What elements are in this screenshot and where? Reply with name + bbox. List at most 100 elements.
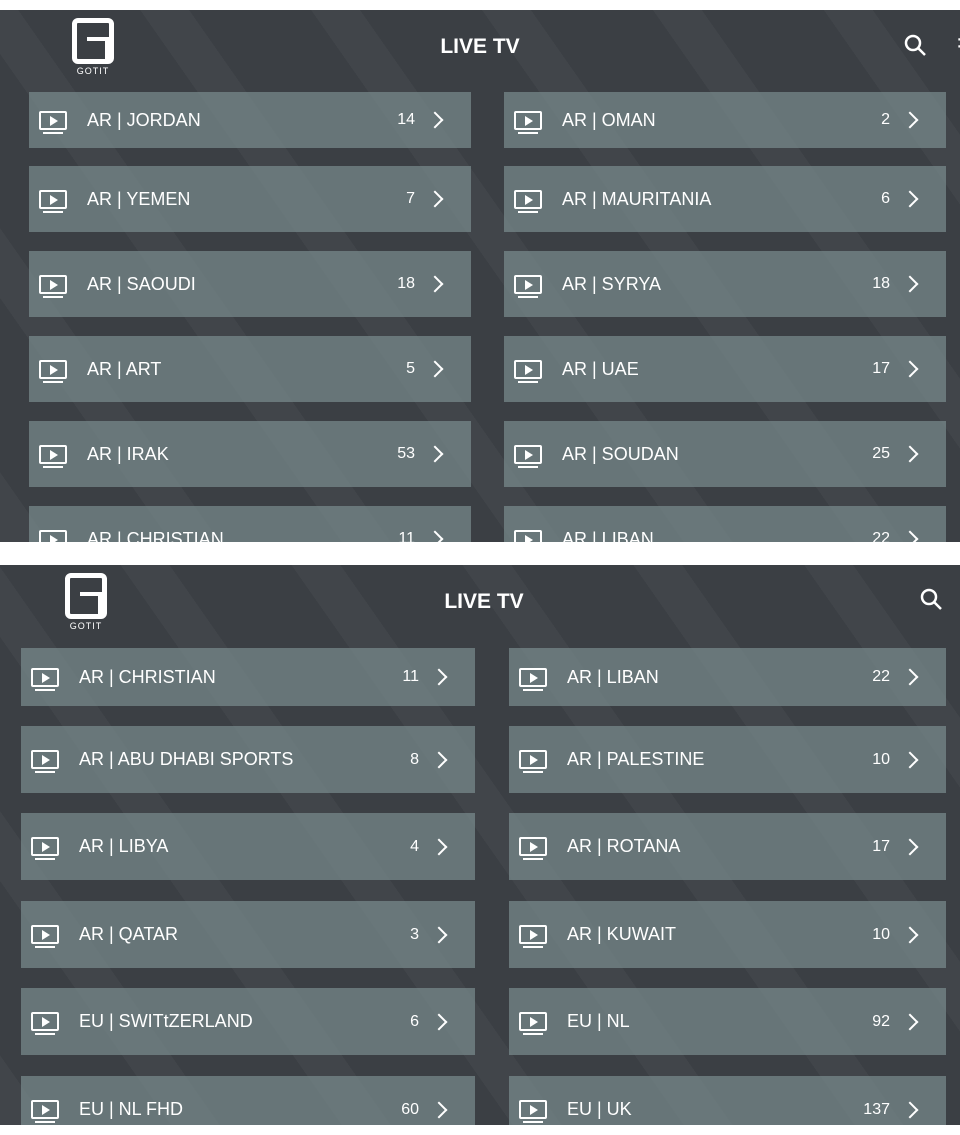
category-row[interactable]: AR | UAE 17	[504, 336, 946, 402]
tv-play-icon	[39, 359, 67, 383]
category-row[interactable]: AR | QATAR 3	[21, 901, 475, 968]
category-row[interactable]: EU | UK 137	[509, 1076, 946, 1125]
category-row[interactable]: AR | SAOUDI 18	[29, 251, 471, 317]
category-row[interactable]: AR | KUWAIT 10	[509, 901, 946, 968]
chevron-right-icon	[901, 190, 919, 208]
chevron-right-icon	[426, 445, 444, 463]
chevron-right-icon	[901, 275, 919, 293]
channel-count: 11	[402, 668, 419, 685]
search-icon[interactable]	[920, 588, 942, 610]
category-label: AR | UAE	[562, 358, 639, 379]
category-row[interactable]: AR | ABU DHABI SPORTS 8	[21, 726, 475, 793]
category-row[interactable]: AR | CHRISTIAN 11	[21, 648, 475, 706]
channel-count: 60	[401, 1100, 419, 1118]
chevron-right-icon	[426, 111, 444, 129]
chevron-right-icon	[430, 751, 448, 768]
page-title: LIVE TV	[444, 590, 524, 613]
tv-play-icon	[31, 925, 59, 948]
category-label: EU | UK	[567, 1099, 632, 1119]
category-row[interactable]: EU | NL FHD 60	[21, 1076, 475, 1125]
category-label: AR | CHRISTIAN	[79, 666, 216, 687]
channel-count: 6	[410, 1012, 419, 1030]
chevron-right-icon	[901, 668, 919, 686]
channel-count: 10	[872, 750, 890, 768]
category-row[interactable]: AR | LIBYA 4	[21, 813, 475, 880]
channel-count: 18	[872, 275, 890, 292]
chevron-right-icon	[901, 751, 919, 768]
chevron-right-icon	[901, 1013, 919, 1030]
tv-play-icon	[39, 110, 67, 134]
chevron-right-icon	[430, 668, 448, 686]
tv-play-icon	[514, 110, 542, 134]
category-row[interactable]: AR | IRAK 53	[29, 421, 471, 487]
category-row[interactable]: AR | SOUDAN 25	[504, 421, 946, 487]
tv-play-icon	[514, 274, 542, 298]
category-row[interactable]: AR | ART 5	[29, 336, 471, 402]
channel-count: 22	[872, 530, 890, 542]
category-row[interactable]: AR | YEMEN 7	[29, 166, 471, 232]
channel-count: 53	[397, 445, 415, 462]
chevron-right-icon	[901, 111, 919, 129]
category-row[interactable]: EU | NL 92	[509, 988, 946, 1055]
category-label: EU | NL	[567, 1011, 630, 1031]
channel-count: 25	[872, 445, 890, 462]
chevron-right-icon	[426, 530, 444, 542]
tv-play-icon	[39, 529, 67, 542]
category-label: AR | LIBAN	[567, 666, 659, 687]
tv-play-icon	[39, 444, 67, 468]
tv-play-icon	[31, 667, 59, 691]
tv-play-icon	[519, 837, 547, 860]
channel-count: 17	[872, 837, 890, 855]
channel-count: 137	[863, 1100, 890, 1118]
channel-count: 6	[881, 190, 890, 207]
tv-play-icon	[31, 837, 59, 860]
category-row[interactable]: AR | LIBAN 22	[504, 506, 946, 542]
channel-count: 11	[398, 530, 415, 542]
category-row[interactable]: AR | ROTANA 17	[509, 813, 946, 880]
category-row[interactable]: EU | SWITtZERLAND 6	[21, 988, 475, 1055]
category-row[interactable]: AR | JORDAN 14	[29, 92, 471, 148]
tv-play-icon	[39, 274, 67, 298]
category-label: EU | NL FHD	[79, 1099, 184, 1119]
category-label: AR | QATAR	[79, 924, 179, 944]
category-row[interactable]: AR | PALESTINE 10	[509, 726, 946, 793]
channel-count: 5	[406, 360, 415, 377]
tv-play-icon	[31, 1012, 59, 1035]
tv-play-icon	[514, 359, 542, 383]
tv-play-icon	[519, 1012, 547, 1035]
tv-play-icon	[31, 750, 59, 773]
tv-play-icon	[514, 529, 542, 542]
category-label: AR | YEMEN	[87, 188, 191, 209]
screen-1: GOTIT LIVE TV ·· AR | JORDAN14AR | OMAN2…	[0, 10, 960, 542]
category-row[interactable]: AR | SYRYA 18	[504, 251, 946, 317]
category-label: AR | SYRYA	[562, 273, 662, 294]
category-row[interactable]: AR | LIBAN 22	[509, 648, 946, 706]
category-label: AR | JORDAN	[87, 109, 201, 130]
channel-count: 8	[410, 750, 419, 768]
tv-play-icon	[519, 750, 547, 773]
category-label: AR | KUWAIT	[567, 924, 677, 944]
category-row[interactable]: AR | CHRISTIAN 11	[29, 506, 471, 542]
chevron-right-icon	[901, 445, 919, 463]
chevron-right-icon	[430, 926, 448, 943]
channel-count: 17	[872, 360, 890, 377]
channel-count: 14	[397, 111, 415, 128]
category-label: AR | LIBAN	[562, 528, 654, 543]
channel-count: 10	[872, 925, 890, 943]
channel-count: 7	[406, 190, 415, 207]
category-label: AR | ROTANA	[567, 836, 681, 856]
more-vert-icon[interactable]: ··	[956, 29, 960, 56]
channel-count: 4	[410, 837, 419, 855]
search-icon[interactable]	[904, 34, 926, 56]
screen-2: GOTIT LIVE TV AR | CHRISTIAN 11 AR | LIBAN…	[0, 565, 960, 1125]
category-label: AR | ART	[87, 358, 162, 379]
category-label: AR | PALESTINE	[567, 749, 705, 769]
chevron-right-icon	[426, 275, 444, 293]
category-row[interactable]: AR | MAURITANIA 6	[504, 166, 946, 232]
category-row[interactable]: AR | OMAN 2	[504, 92, 946, 148]
chevron-right-icon	[430, 1101, 448, 1118]
category-label: AR | ABU DHABI SPORTS	[79, 749, 294, 769]
tv-play-icon	[39, 189, 67, 213]
page-title: LIVE TV	[440, 35, 520, 58]
tv-play-icon	[519, 925, 547, 948]
